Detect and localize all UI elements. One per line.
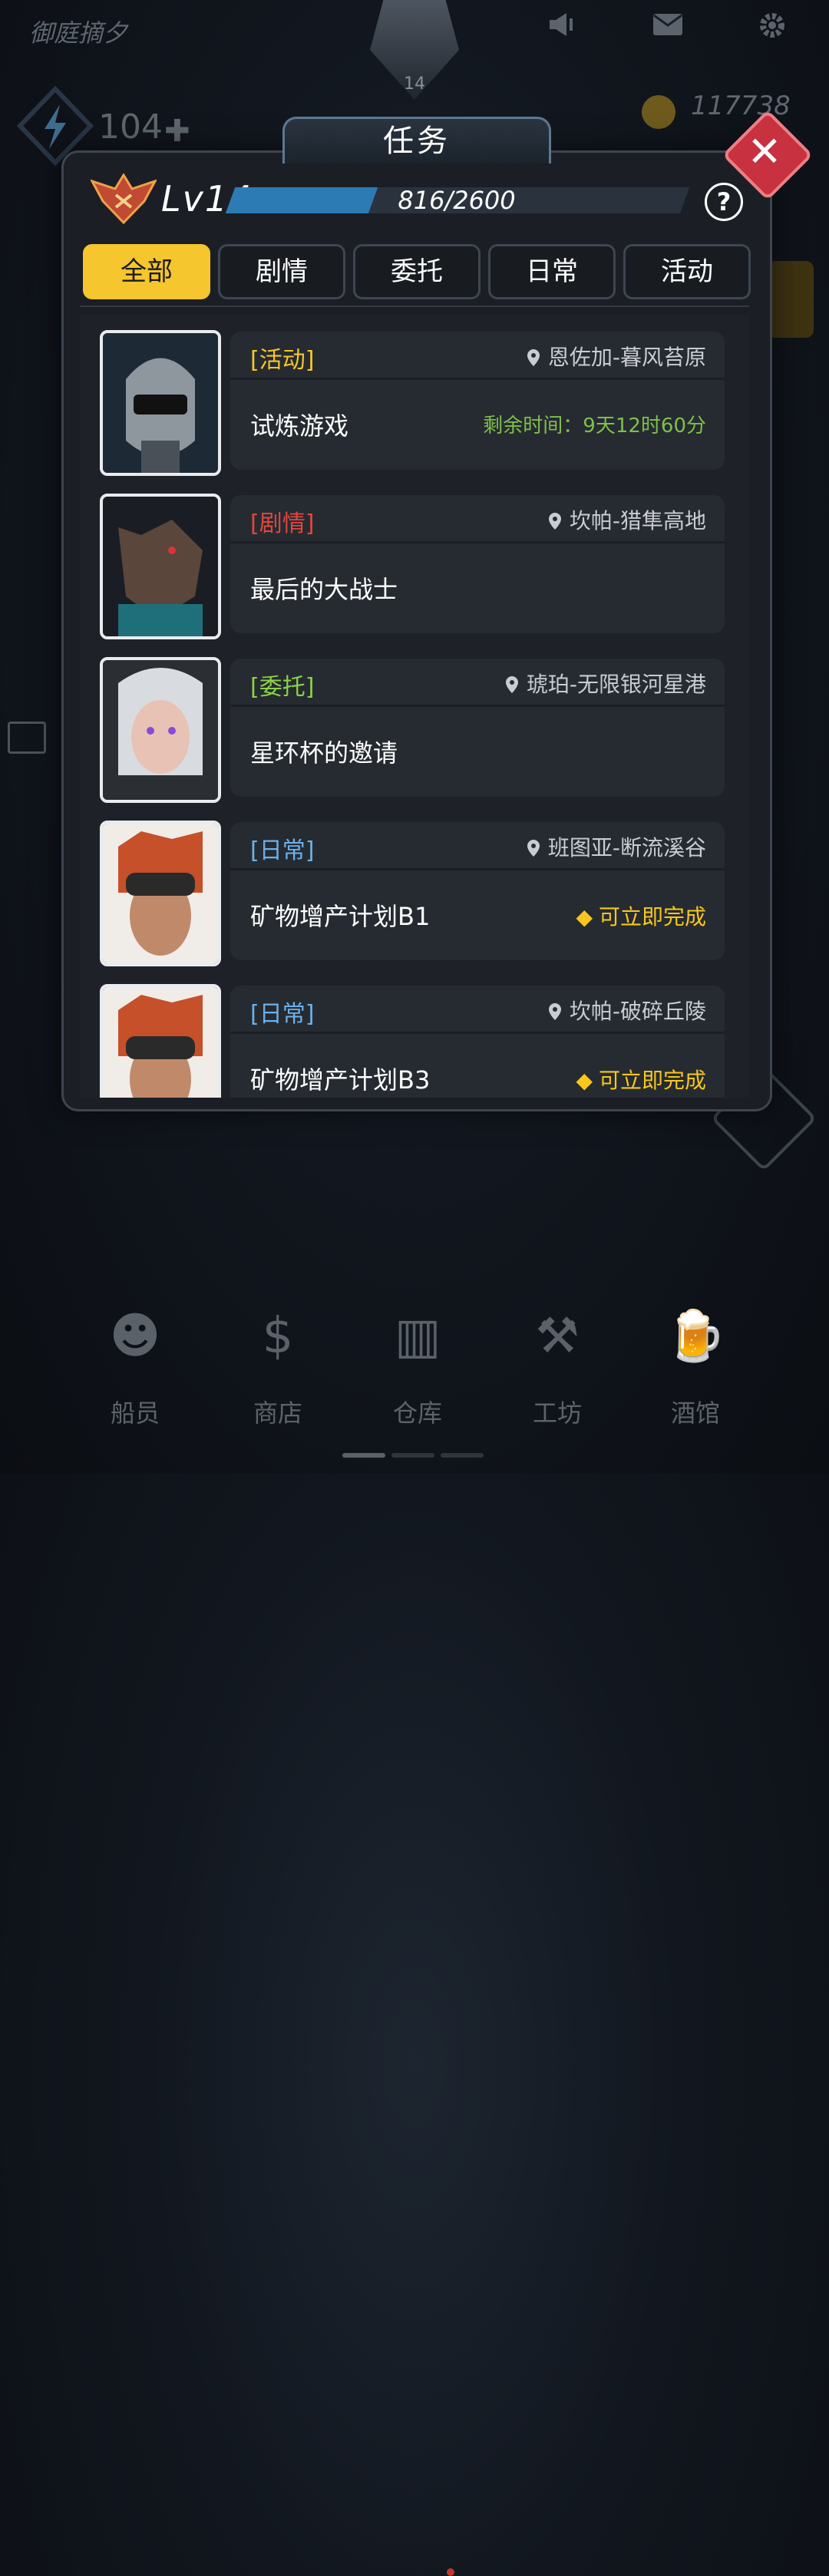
dock-workshop[interactable]: ⚒ 工坊 xyxy=(496,1274,619,1429)
card-divider xyxy=(230,378,725,380)
workshop-hammer-icon: ⚒ xyxy=(535,1308,580,1365)
quest-status: 剩余时间：9天12时60分 xyxy=(483,410,706,438)
dock-label: 船员 xyxy=(110,1399,160,1428)
quest-card[interactable]: [日常] 班图亚-断流溪谷矿物增产计划B1 ◆ 可立即完成 xyxy=(230,822,725,960)
quest-name: 矿物增产计划B1 xyxy=(250,902,431,931)
dock-label: 酒馆 xyxy=(670,1399,720,1428)
panel-title: 任务 xyxy=(282,117,551,163)
xp-text: 816/2600 xyxy=(398,186,516,215)
bottom-dock: ☻ 船员 $ 商店 ▥ 仓库 ⚒ 工坊 🍺 酒馆 xyxy=(0,1274,829,2576)
quest-status-text: 剩余时间：9天12时60分 xyxy=(483,414,706,438)
quest-tag: [委托] xyxy=(250,674,315,701)
location-pin-icon xyxy=(548,1003,561,1020)
quest-card[interactable]: [委托] 琥珀-无限银河星港星环杯的邀请 xyxy=(230,659,725,797)
quest-tag: [剧情] xyxy=(250,510,315,537)
quest-portrait xyxy=(100,821,221,966)
announcement-icon[interactable] xyxy=(547,11,580,45)
page-indicator xyxy=(342,1446,490,1461)
diamond-icon: ◆ xyxy=(576,1068,593,1093)
player-name: 御庭摘夕 xyxy=(29,18,128,48)
quest-tag: [活动] xyxy=(250,347,315,374)
rank-emblem-icon xyxy=(89,173,158,225)
location-pin-icon xyxy=(505,676,518,693)
coins-icon xyxy=(642,95,675,129)
quest-name: 星环杯的邀请 xyxy=(250,738,398,768)
tab-all[interactable]: 全部 xyxy=(83,244,210,299)
card-divider xyxy=(230,541,725,543)
quest-item[interactable]: [活动] 恩佐加-暮风苔原试炼游戏 剩余时间：9天12时60分 xyxy=(100,330,729,477)
quest-location: 琥珀-无限银河星港 xyxy=(505,668,706,698)
quest-location: 恩佐加-暮风苔原 xyxy=(527,341,706,372)
crew-head-icon: ☻ xyxy=(109,1308,161,1365)
chat-icon[interactable] xyxy=(8,722,46,754)
quest-item[interactable]: [日常] 坎帕-破碎丘陵矿物增产计划B3 ◆ 可立即完成 xyxy=(100,984,729,1098)
quest-status: ◆ 可立即完成 xyxy=(576,1064,706,1095)
tab-story[interactable]: 剧情 xyxy=(218,244,345,299)
quest-status-text: 可立即完成 xyxy=(598,904,706,930)
card-divider xyxy=(230,868,725,870)
quest-list[interactable]: [活动] 恩佐加-暮风苔原试炼游戏 剩余时间：9天12时60分 [剧情] 坎帕-猎隼高地… xyxy=(80,315,749,1098)
warehouse-chest-icon: ▥ xyxy=(394,1308,441,1365)
quest-name: 最后的大战士 xyxy=(250,575,398,604)
energy-value: 104 xyxy=(98,107,163,147)
dock-crew[interactable]: ☻ 船员 xyxy=(74,1274,197,1429)
dock-shop[interactable]: $ 商店 xyxy=(216,1274,339,1429)
close-button[interactable]: ✕ xyxy=(735,123,794,181)
location-pin-icon xyxy=(527,840,540,857)
mail-icon[interactable] xyxy=(651,11,685,45)
tavern-mug-icon: 🍺 xyxy=(665,1308,726,1365)
shop-money-icon: $ xyxy=(262,1308,294,1365)
quest-portrait xyxy=(100,984,221,1098)
quest-location-text: 班图亚-断流溪谷 xyxy=(547,835,706,860)
quest-location-text: 坎帕-猎隼高地 xyxy=(569,508,706,533)
quest-tabs: 全部 剧情 委托 日常 活动 xyxy=(83,244,751,299)
help-button[interactable]: ? xyxy=(705,183,743,221)
tabs-divider xyxy=(80,305,749,307)
card-divider xyxy=(230,1032,725,1034)
location-pin-icon xyxy=(527,349,540,366)
quest-location: 班图亚-断流溪谷 xyxy=(527,831,706,862)
quest-status-text: 可立即完成 xyxy=(598,1068,706,1093)
quest-portrait xyxy=(100,494,221,639)
tab-commission[interactable]: 委托 xyxy=(353,244,481,299)
quest-location: 坎帕-猎隼高地 xyxy=(548,504,706,535)
dock-label: 工坊 xyxy=(532,1399,582,1428)
dock-tavern[interactable]: 🍺 酒馆 xyxy=(634,1274,757,1429)
quest-card[interactable]: [日常] 坎帕-破碎丘陵矿物增产计划B3 ◆ 可立即完成 xyxy=(230,986,725,1098)
quest-location-text: 恩佐加-暮风苔原 xyxy=(547,345,706,370)
tab-event[interactable]: 活动 xyxy=(623,244,751,299)
diamond-icon: ◆ xyxy=(576,904,593,930)
quest-card[interactable]: [活动] 恩佐加-暮风苔原试炼游戏 剩余时间：9天12时60分 xyxy=(230,332,725,470)
quest-location-text: 坎帕-破碎丘陵 xyxy=(569,999,706,1024)
quest-item[interactable]: [剧情] 坎帕-猎隼高地最后的大战士 xyxy=(100,494,729,641)
player-avatar[interactable]: 14 xyxy=(370,0,459,100)
dock-label: 商店 xyxy=(253,1399,302,1428)
quest-tag: [日常] xyxy=(250,837,315,864)
quest-status: ◆ 可立即完成 xyxy=(576,900,706,931)
quest-name: 矿物增产计划B3 xyxy=(250,1065,431,1095)
location-pin-icon xyxy=(548,513,561,530)
tab-daily[interactable]: 日常 xyxy=(488,244,616,299)
quest-portrait xyxy=(100,657,221,803)
quest-tag: [日常] xyxy=(250,1001,315,1028)
dock-label: 仓库 xyxy=(392,1399,442,1428)
quest-card[interactable]: [剧情] 坎帕-猎隼高地最后的大战士 xyxy=(230,495,725,633)
quest-name: 试炼游戏 xyxy=(250,411,349,441)
quest-item[interactable]: [委托] 琥珀-无限银河星港星环杯的邀请 xyxy=(100,657,729,804)
quest-location: 坎帕-破碎丘陵 xyxy=(548,995,706,1025)
add-energy-icon[interactable]: ✚ xyxy=(164,114,190,149)
player-level: 14 xyxy=(404,74,425,94)
notification-dot xyxy=(447,2568,454,2576)
card-divider xyxy=(230,705,725,707)
xp-bar-fill xyxy=(225,187,378,213)
quest-portrait xyxy=(100,330,221,476)
dock-warehouse[interactable]: ▥ 仓库 xyxy=(356,1274,479,1429)
quest-item[interactable]: [日常] 班图亚-断流溪谷矿物增产计划B1 ◆ 可立即完成 xyxy=(100,821,729,968)
side-event-badge[interactable] xyxy=(768,261,814,338)
quest-location-text: 琥珀-无限银河星港 xyxy=(526,672,706,697)
settings-gear-icon[interactable] xyxy=(755,11,789,45)
